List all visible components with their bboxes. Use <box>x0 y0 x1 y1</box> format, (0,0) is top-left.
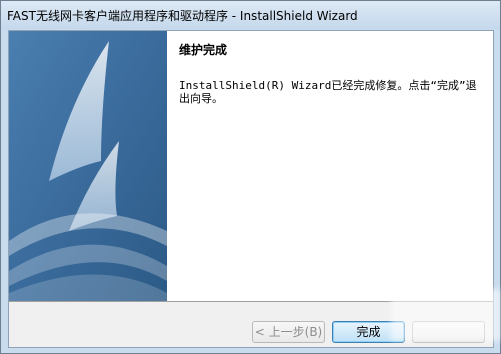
page-heading: 维护完成 <box>179 43 228 57</box>
back-button[interactable]: < 上一步(B) <box>252 321 325 343</box>
installshield-window: FAST无线网卡客户端应用程序和驱动程序 - InstallShield Wiz… <box>0 0 501 354</box>
swoosh-graphic-icon <box>9 31 167 301</box>
side-banner <box>9 31 167 301</box>
window-title: FAST无线网卡客户端应用程序和驱动程序 - InstallShield Wiz… <box>7 9 358 23</box>
content-panel: 维护完成 InstallShield(R) Wizard已经完成修复。点击“完成… <box>167 31 493 301</box>
completion-message: InstallShield(R) Wizard已经完成修复。点击“完成”退出向导… <box>179 79 477 105</box>
watermark-blur <box>391 289 501 341</box>
title-bar[interactable]: FAST无线网卡客户端应用程序和驱动程序 - InstallShield Wiz… <box>1 1 500 29</box>
